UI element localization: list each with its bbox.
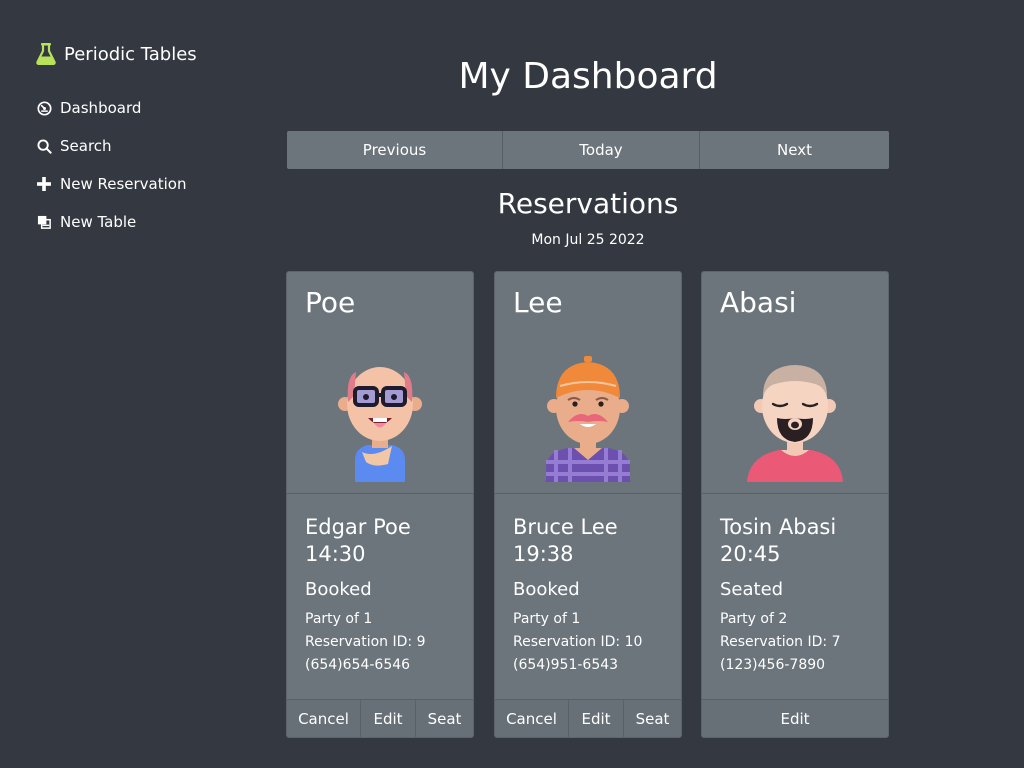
sidebar-item-search[interactable]: Search <box>36 134 186 158</box>
reservation-id: Reservation ID: 7 <box>720 634 841 650</box>
date-navigation: Previous Today Next <box>287 131 889 169</box>
guest-name: Bruce Lee <box>513 515 618 539</box>
search-icon <box>36 138 52 154</box>
guest-name: Tosin Abasi <box>720 515 837 539</box>
reservation-time: 19:38 <box>513 542 574 566</box>
reservations-date: Mon Jul 25 2022 <box>531 232 645 248</box>
reservation-card: Abasi Tosin Abasi 20:45 Seated Party of <box>701 271 889 738</box>
reservation-status: Booked <box>305 579 372 600</box>
next-day-button[interactable]: Next <box>700 131 889 169</box>
sidebar-item-new-table[interactable]: New Table <box>36 210 186 234</box>
seat-button[interactable]: Seat <box>416 700 473 737</box>
sidebar-item-label: Search <box>60 137 112 155</box>
app-title: Periodic Tables <box>64 43 197 65</box>
sidebar-nav: Dashboard Search New Reservation New Tab… <box>36 96 186 248</box>
reservations-heading: Reservations <box>497 187 679 220</box>
flask-icon <box>36 43 56 65</box>
bald-man-glasses-avatar <box>338 367 422 482</box>
card-actions: Edit <box>702 699 888 737</box>
reservation-card: Lee Bruce Lee 19:38 Booked Party of 1 Re… <box>494 271 682 738</box>
card-surname: Poe <box>305 286 356 319</box>
card-divider <box>287 493 473 494</box>
sidebar-item-label: New Reservation <box>60 175 187 193</box>
today-button[interactable]: Today <box>503 131 700 169</box>
card-divider <box>702 493 888 494</box>
phone-number: (654)654-6546 <box>305 657 411 673</box>
reservation-id: Reservation ID: 10 <box>513 634 643 650</box>
guest-name: Edgar Poe <box>305 515 411 539</box>
phone-number: (654)951-6543 <box>513 657 619 673</box>
party-size: Party of 1 <box>513 611 581 627</box>
card-surname: Lee <box>513 286 563 319</box>
new-table-icon <box>36 214 52 230</box>
cancel-button[interactable]: Cancel <box>287 700 361 737</box>
sidebar-item-new-reservation[interactable]: New Reservation <box>36 172 186 196</box>
card-actions: Cancel Edit Seat <box>495 699 681 737</box>
party-size: Party of 1 <box>305 611 373 627</box>
sidebar-item-label: New Table <box>60 213 137 231</box>
dashboard-icon <box>36 100 52 116</box>
sidebar-item-dashboard[interactable]: Dashboard <box>36 96 186 120</box>
edit-button[interactable]: Edit <box>702 700 888 737</box>
card-header: Abasi <box>702 272 888 494</box>
card-divider <box>495 493 681 494</box>
reservation-status: Booked <box>513 579 580 600</box>
reservation-status: Seated <box>720 579 784 600</box>
phone-number: (123)456-7890 <box>720 657 826 673</box>
previous-day-button[interactable]: Previous <box>287 131 503 169</box>
party-size: Party of 2 <box>720 611 788 627</box>
page-title: My Dashboard <box>458 56 718 97</box>
reservation-id: Reservation ID: 9 <box>305 634 426 650</box>
man-orange-cap-mustache-avatar <box>546 356 630 482</box>
card-details: Bruce Lee 19:38 Booked Party of 1 Reserv… <box>513 514 673 677</box>
reservation-time: 20:45 <box>720 542 781 566</box>
reservation-time: 14:30 <box>305 542 366 566</box>
bearded-man-avatar <box>747 365 843 482</box>
sidebar: Periodic Tables Dashboard Search New Res… <box>0 0 240 768</box>
seat-button[interactable]: Seat <box>624 700 681 737</box>
sidebar-item-label: Dashboard <box>60 99 142 117</box>
brand[interactable]: Periodic Tables <box>36 42 197 66</box>
plus-icon <box>36 176 52 192</box>
card-surname: Abasi <box>720 286 797 319</box>
card-header: Lee <box>495 272 681 494</box>
edit-button[interactable]: Edit <box>361 700 416 737</box>
card-actions: Cancel Edit Seat <box>287 699 473 737</box>
card-details: Tosin Abasi 20:45 Seated Party of 2 Rese… <box>720 514 880 677</box>
card-header: Poe <box>287 272 473 494</box>
cancel-button[interactable]: Cancel <box>495 700 569 737</box>
card-details: Edgar Poe 14:30 Booked Party of 1 Reserv… <box>305 514 465 677</box>
edit-button[interactable]: Edit <box>569 700 624 737</box>
reservation-card: Poe Edgar Poe 14:30 Booked Party of 1 Re… <box>286 271 474 738</box>
